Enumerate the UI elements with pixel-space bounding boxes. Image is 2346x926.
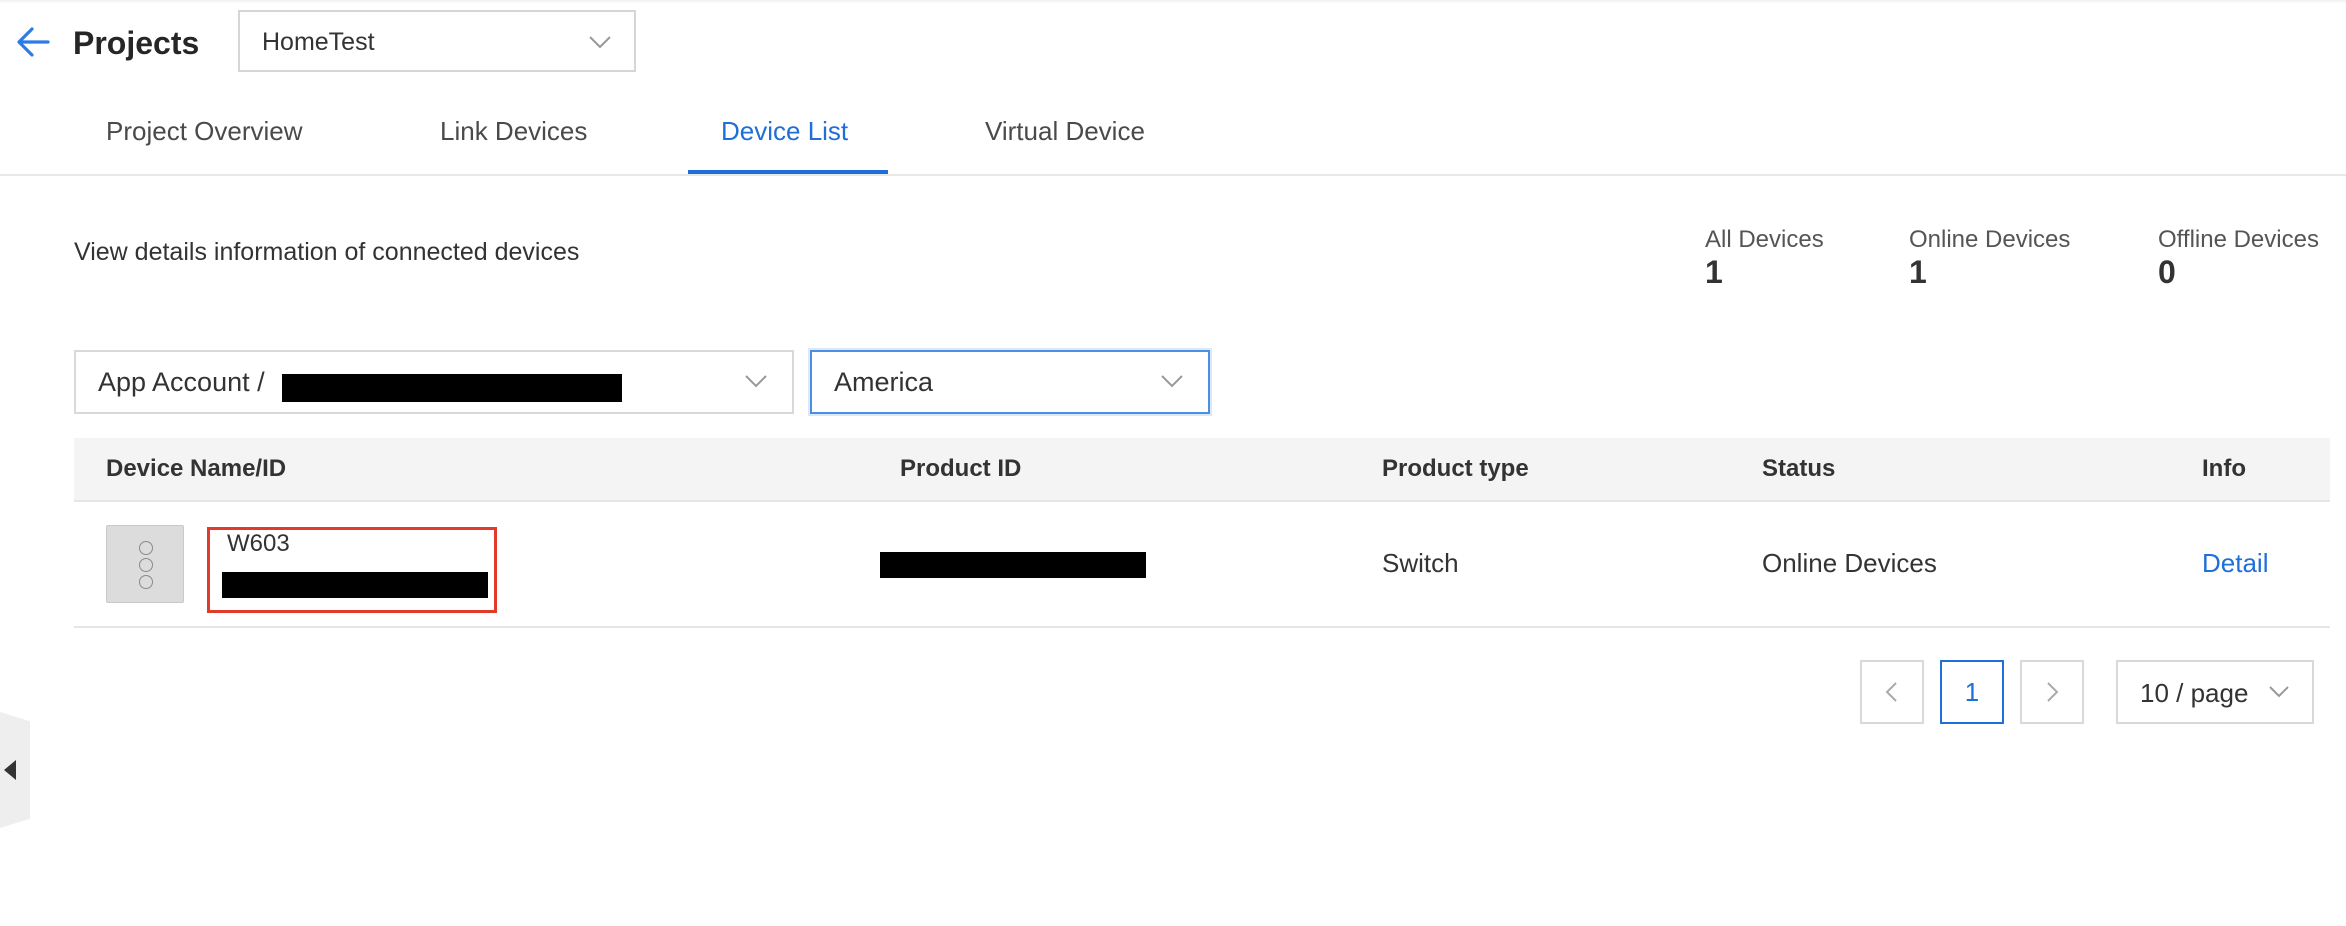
account-select-value: App Account / <box>98 367 265 397</box>
account-select[interactable]: App Account / <box>74 350 794 414</box>
chevron-down-icon <box>2268 684 2290 705</box>
product-type: Switch <box>1382 548 1459 578</box>
stat-value: 1 <box>1909 254 1927 290</box>
column-header: Info <box>2202 455 2246 482</box>
table-row: W603 Switch Online Devices Detail <box>74 500 2330 628</box>
column-header: Product type <box>1382 455 1529 482</box>
project-select[interactable]: HomeTest <box>238 10 636 72</box>
back-arrow-icon[interactable] <box>14 22 54 62</box>
chevron-down-icon <box>744 373 768 394</box>
page-description: View details information of connected de… <box>74 238 580 266</box>
tab-device-list[interactable]: Device List <box>721 116 848 147</box>
detail-link[interactable]: Detail <box>2202 548 2268 579</box>
column-header: Device Name/ID <box>106 455 287 482</box>
column-header: Status <box>1762 455 1836 482</box>
redacted-product-id <box>880 552 1146 578</box>
stat-value: 0 <box>2158 254 2176 290</box>
tab-project-overview[interactable]: Project Overview <box>106 116 303 147</box>
switch-button-icon <box>139 541 153 555</box>
prev-page-button[interactable] <box>1860 660 1924 724</box>
region-select-value: America <box>834 367 934 397</box>
tab-virtual-device[interactable]: Virtual Device <box>985 116 1145 147</box>
device-status: Online Devices <box>1762 548 1937 578</box>
next-page-button[interactable] <box>2020 660 2084 724</box>
chevron-down-icon <box>1160 373 1184 394</box>
tab-bar: Project Overview Link Devices Device Lis… <box>0 100 2346 176</box>
stat-label: Offline Devices <box>2158 226 2319 253</box>
caret-left-icon <box>4 760 16 780</box>
project-select-value: HomeTest <box>262 28 375 56</box>
stat-label: All Devices <box>1705 226 1824 253</box>
page-size-value: 10 / page <box>2140 678 2249 708</box>
page-button-current[interactable]: 1 <box>1940 660 2004 724</box>
switch-button-icon <box>139 558 153 572</box>
region-select[interactable]: America <box>810 350 1210 414</box>
stat-offline-devices: Offline Devices 0 <box>2158 226 2319 291</box>
page-title: Projects <box>73 25 200 61</box>
page-size-select[interactable]: 10 / page <box>2116 660 2314 724</box>
stat-label: Online Devices <box>1909 226 2071 253</box>
chevron-left-icon <box>1885 682 1897 702</box>
tab-link-devices[interactable]: Link Devices <box>440 116 587 147</box>
switch-button-icon <box>139 575 153 589</box>
table-header: Device Name/ID Product ID Product type S… <box>74 438 2330 502</box>
stat-value: 1 <box>1705 254 1723 290</box>
chevron-down-icon <box>588 34 612 55</box>
column-header: Product ID <box>900 455 1022 482</box>
device-highlight-box <box>207 527 497 613</box>
page-number: 1 <box>1964 677 1980 707</box>
sidebar-collapse-handle[interactable] <box>0 712 30 828</box>
device-thumbnail <box>106 525 184 603</box>
top-bar-shadow <box>0 0 2346 4</box>
active-tab-indicator <box>688 170 888 174</box>
stat-all-devices: All Devices 1 <box>1705 226 1824 291</box>
redacted-account <box>282 374 622 402</box>
stat-online-devices: Online Devices 1 <box>1909 226 2070 291</box>
chevron-right-icon <box>2047 682 2059 702</box>
